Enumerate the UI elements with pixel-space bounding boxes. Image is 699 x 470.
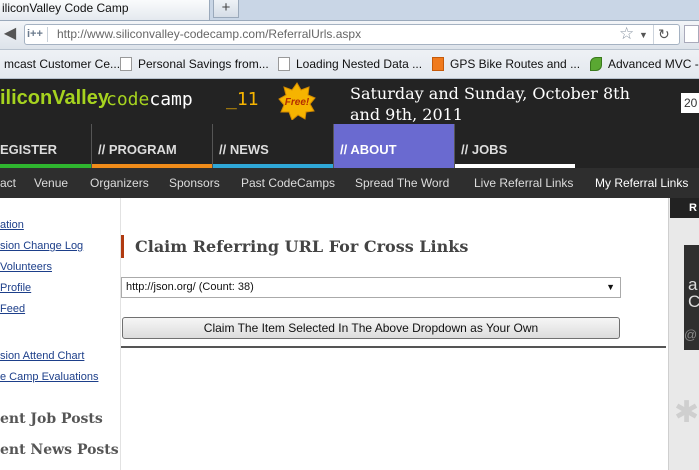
menu-item-register[interactable]: EGISTER bbox=[0, 124, 91, 168]
referral-url-dropdown[interactable]: http://json.org/ (Count: 38) ▼ bbox=[121, 277, 621, 298]
logo-year: _11 bbox=[226, 89, 259, 110]
sidebar-link[interactable]: Feed bbox=[0, 303, 25, 315]
bookmark-label: Personal Savings from... bbox=[138, 57, 269, 71]
strava-icon bbox=[432, 57, 444, 71]
sidebar-link[interactable]: sion Attend Chart bbox=[0, 350, 84, 362]
bookmark-item[interactable]: Loading Nested Data ... bbox=[278, 50, 422, 78]
menu-label: // JOBS bbox=[461, 142, 508, 157]
sidebar-heading-job-posts: ent Job Posts bbox=[0, 411, 103, 427]
right-rail-heading: R bbox=[670, 198, 699, 218]
dropdown-arrow-icon: ▼ bbox=[606, 282, 615, 292]
submenu-item-live-referral-links[interactable]: Live Referral Links bbox=[474, 168, 573, 198]
sub-menu: act Venue Organizers Sponsors Past CodeC… bbox=[0, 168, 699, 198]
leaf-icon bbox=[590, 57, 602, 71]
free-badge-icon: Free! bbox=[278, 82, 316, 120]
logo-codecamp: codecamp bbox=[106, 89, 193, 110]
main-menu: EGISTER // PROGRAM // NEWS // ABOUT // J… bbox=[0, 124, 699, 168]
menu-label: // ABOUT bbox=[340, 142, 397, 157]
sponsor-ad-text: a C bbox=[688, 276, 699, 310]
submenu-item-past-codecamps[interactable]: Past CodeCamps bbox=[241, 168, 335, 198]
logo-camp-text: camp bbox=[149, 89, 193, 110]
free-badge-text: Free! bbox=[285, 97, 310, 108]
bookmark-label: Advanced MVC - bbox=[608, 57, 699, 71]
bookmark-label: mcast Customer Ce... bbox=[4, 57, 121, 71]
page-icon bbox=[120, 57, 132, 71]
sidebar-link[interactable]: Profile bbox=[0, 282, 31, 294]
bookmark-star-icon[interactable]: ☆ bbox=[619, 24, 634, 44]
menu-label: // NEWS bbox=[219, 142, 269, 157]
address-bar-url[interactable]: http://www.siliconvalley-codecamp.com/Re… bbox=[57, 25, 361, 44]
bookmarks-bar: mcast Customer Ce... Personal Savings fr… bbox=[0, 50, 699, 79]
plus-icon: + bbox=[221, 0, 231, 16]
navigation-bar: ◀ i++ http://www.siliconvalley-codecamp.… bbox=[0, 21, 699, 50]
sidebar-heading-news-posts: ent News Posts bbox=[0, 442, 119, 458]
menu-label: // PROGRAM bbox=[98, 142, 177, 157]
site-identity-badge[interactable]: i++ bbox=[27, 27, 48, 42]
site-header: iliconValley codecamp _11 Free! Saturday… bbox=[0, 79, 699, 124]
asterisk-icon: ✱ bbox=[674, 396, 699, 429]
event-dates: Saturday and Sunday, October 8th and 9th… bbox=[350, 84, 630, 124]
submenu-item-sponsors[interactable]: Sponsors bbox=[169, 168, 220, 198]
submenu-item-contact[interactable]: act bbox=[0, 168, 16, 198]
menu-item-about[interactable]: // ABOUT bbox=[333, 124, 454, 168]
submenu-item-organizers[interactable]: Organizers bbox=[90, 168, 149, 198]
bookmark-item[interactable]: Personal Savings from... bbox=[120, 50, 269, 78]
site-logo[interactable]: iliconValley bbox=[0, 87, 109, 110]
back-arrow-icon[interactable]: ◀ bbox=[0, 23, 20, 45]
menu-item-news[interactable]: // NEWS bbox=[212, 124, 333, 168]
sidebar-link[interactable]: e Camp Evaluations bbox=[0, 371, 98, 383]
dropdown-selected-value: http://json.org/ (Count: 38) bbox=[126, 281, 254, 293]
page-title: Claim Referring URL For Cross Links bbox=[121, 235, 468, 258]
bookmark-label: GPS Bike Routes and ... bbox=[450, 57, 581, 71]
logo-code-text: code bbox=[106, 89, 150, 110]
bookmark-label: Loading Nested Data ... bbox=[296, 57, 423, 71]
submenu-item-spread-the-word[interactable]: Spread The Word bbox=[355, 168, 449, 198]
bookmark-item[interactable]: Advanced MVC - bbox=[590, 50, 699, 78]
submenu-item-my-referral-links[interactable]: My Referral Links bbox=[595, 168, 688, 198]
tab-title: iliconValley Code Camp bbox=[2, 1, 129, 15]
submenu-item-venue[interactable]: Venue bbox=[34, 168, 68, 198]
content-divider bbox=[121, 346, 666, 348]
sidebar-link[interactable]: Volunteers bbox=[0, 261, 52, 273]
menu-item-program[interactable]: // PROGRAM bbox=[91, 124, 212, 168]
bookmark-item[interactable]: mcast Customer Ce... bbox=[4, 50, 120, 78]
page-icon bbox=[278, 57, 290, 71]
reload-icon[interactable]: ↻ bbox=[653, 25, 670, 44]
sidebar-link[interactable]: sion Change Log bbox=[0, 240, 83, 252]
address-bar[interactable]: i++ http://www.siliconvalley-codecamp.co… bbox=[24, 24, 680, 45]
url-history-dropdown-icon[interactable]: ▼ bbox=[639, 26, 648, 44]
menu-label: EGISTER bbox=[0, 142, 58, 157]
header-search-input[interactable]: 20 bbox=[681, 93, 699, 113]
logo-text: iliconValley bbox=[0, 87, 109, 109]
sidebar-link[interactable]: ation bbox=[0, 219, 24, 231]
claim-selected-url-button[interactable]: Claim The Item Selected In The Above Dro… bbox=[122, 317, 620, 339]
menu-item-jobs[interactable]: // JOBS bbox=[454, 124, 575, 168]
google-search-icon[interactable] bbox=[684, 25, 699, 43]
at-icon: @ bbox=[684, 327, 698, 342]
bookmark-item[interactable]: GPS Bike Routes and ... bbox=[432, 50, 580, 78]
browser-tab[interactable]: iliconValley Code Camp bbox=[0, 0, 210, 20]
new-tab-button[interactable]: + bbox=[213, 0, 239, 18]
